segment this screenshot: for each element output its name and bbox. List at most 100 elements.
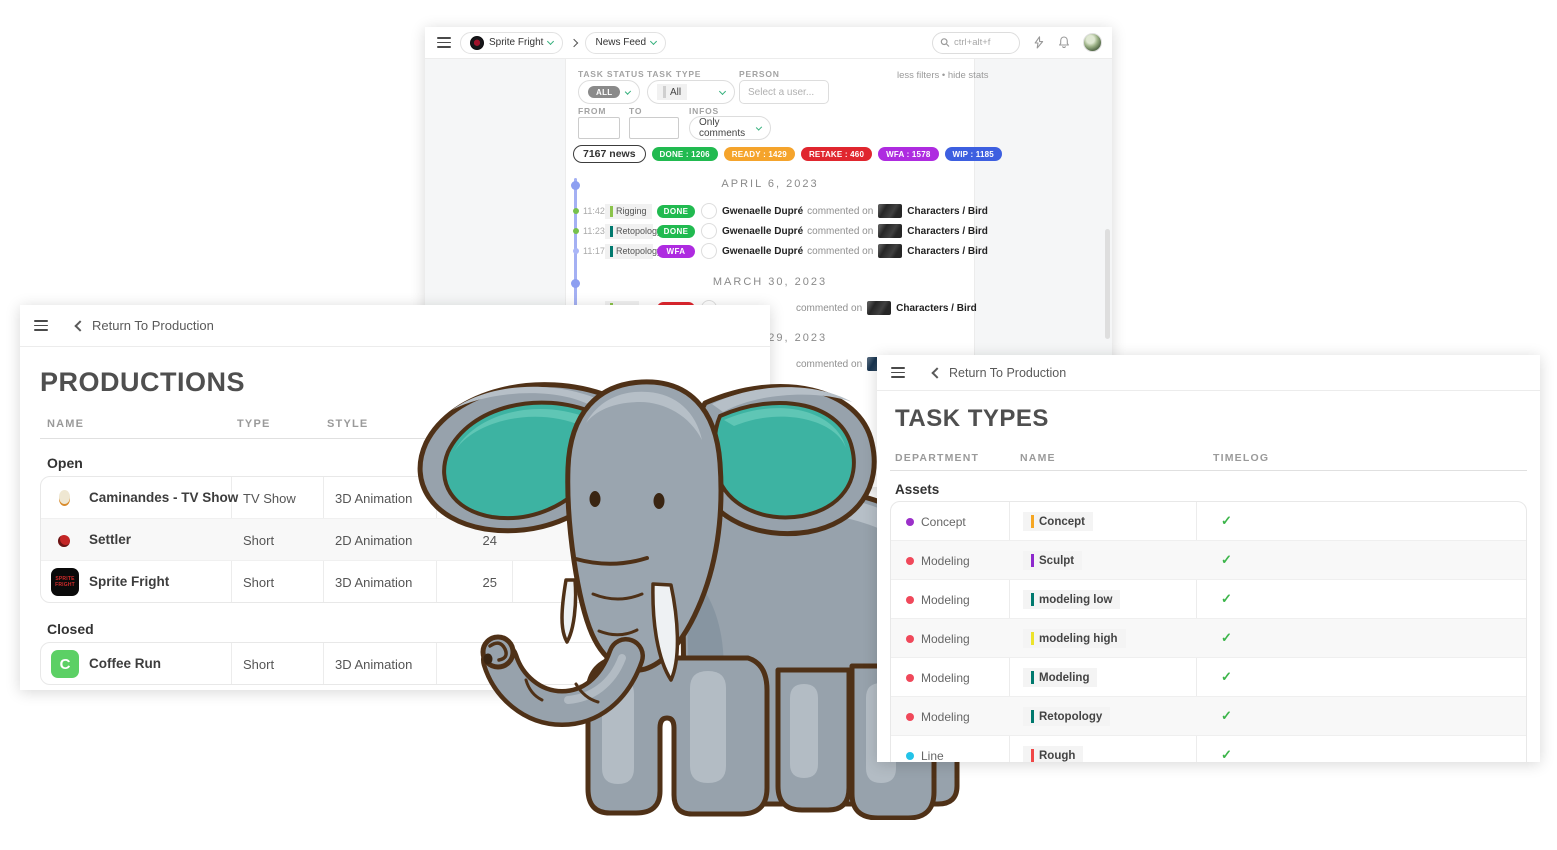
user-avatar[interactable]: [1083, 33, 1102, 52]
section-open: Open: [47, 455, 83, 471]
back-label: Return To Production: [949, 366, 1066, 380]
news-target-link[interactable]: Characters / Bird: [896, 303, 977, 314]
news-target-link[interactable]: Characters / Bird: [907, 246, 988, 257]
menu-icon[interactable]: [34, 320, 48, 330]
status-badge: DONE: [657, 225, 695, 238]
production-name-link[interactable]: Caminandes - TV Show: [89, 490, 238, 505]
task-status-label: TASK STATUS: [578, 69, 644, 79]
check-icon: ✓: [1221, 591, 1232, 607]
notifications-bell-icon[interactable]: [1058, 36, 1070, 49]
back-button[interactable]: Return To Production: [76, 318, 214, 333]
avatar: [701, 223, 717, 239]
task-type-chip[interactable]: Modeling: [1023, 668, 1097, 687]
task-type-row[interactable]: Line Rough ✓: [891, 736, 1526, 762]
header-divider: [890, 470, 1527, 471]
news-thumbnail: [878, 204, 902, 218]
production-thumbnail: C: [51, 650, 79, 678]
menu-icon[interactable]: [437, 37, 451, 47]
check-icon: ✓: [1221, 513, 1232, 529]
status-badge-wip[interactable]: WIP : 1185: [945, 147, 1002, 161]
menu-icon[interactable]: [891, 367, 905, 377]
production-name-link[interactable]: Settler: [89, 532, 131, 547]
task-status-select[interactable]: ALL: [578, 80, 640, 104]
task-type-row[interactable]: Modeling Modeling ✓: [891, 658, 1526, 697]
production-name: Sprite Fright: [489, 37, 543, 48]
infos-select[interactable]: Only comments: [689, 116, 771, 140]
column-header-type: TYPE: [237, 418, 271, 430]
status-badge-wfa[interactable]: WFA : 1578: [878, 147, 938, 161]
task-type-chip[interactable]: Concept: [1023, 512, 1093, 531]
task-types-navbar: Return To Production: [877, 355, 1540, 391]
status-badge-retake[interactable]: RETAKE : 460: [801, 147, 872, 161]
department-label: Modeling: [921, 554, 970, 568]
news-item[interactable]: 11:23 Retopology DONE Gwenaelle Dupré co…: [583, 223, 988, 239]
from-date-input[interactable]: [578, 117, 620, 139]
news-total-badge[interactable]: 7167 news: [573, 145, 646, 163]
task-types-window: Return To Production TASK TYPES DEPARTME…: [877, 355, 1540, 762]
chevron-down-icon: [756, 124, 762, 130]
infos-label: INFOS: [689, 106, 719, 116]
status-badge-ready[interactable]: READY : 1429: [724, 147, 795, 161]
task-type-chip[interactable]: Retopology: [1023, 707, 1110, 726]
to-date-input[interactable]: [629, 117, 679, 139]
check-icon: ✓: [1221, 669, 1232, 685]
back-button[interactable]: Return To Production: [933, 366, 1066, 380]
chevron-down-icon: [625, 88, 631, 94]
global-search[interactable]: [932, 32, 1020, 54]
avatar: [701, 203, 717, 219]
news-target-link[interactable]: Characters / Bird: [907, 206, 988, 217]
department-dot: [906, 752, 914, 760]
task-type-chip[interactable]: modeling low: [1023, 590, 1120, 609]
production-name-link[interactable]: Coffee Run: [89, 656, 161, 671]
news-time: 11:17: [583, 246, 601, 256]
search-input[interactable]: [954, 37, 1012, 48]
timeline-entry-dot: [573, 248, 579, 254]
news-action: commented on: [807, 226, 873, 237]
news-thumbnail: [867, 301, 891, 315]
quick-actions-icon[interactable]: [1033, 36, 1045, 49]
check-icon: ✓: [1221, 552, 1232, 568]
production-type: Short: [243, 575, 274, 590]
department-dot: [906, 674, 914, 682]
chevron-down-icon: [650, 38, 657, 45]
column-header-name: NAME: [1020, 452, 1056, 464]
news-target-link[interactable]: Characters / Bird: [907, 226, 988, 237]
screenshot-canvas: Sprite Fright News Feed TASK: [0, 0, 1557, 850]
task-type-row[interactable]: Modeling modeling high ✓: [891, 619, 1526, 658]
column-header-department: DEPARTMENT: [895, 452, 979, 464]
page-title: TASK TYPES: [895, 405, 1049, 433]
feed-date-header: MARCH 30, 2023: [565, 276, 975, 288]
news-time: 11:42: [583, 206, 601, 216]
task-type-chip[interactable]: Sculpt: [1023, 551, 1082, 570]
news-author: Gwenaelle Dupré: [722, 226, 803, 237]
news-author: Gwenaelle Dupré: [722, 246, 803, 257]
department-label: Modeling: [921, 710, 970, 724]
task-type-row[interactable]: Concept Concept ✓: [891, 502, 1526, 541]
stats-row: 7167 news DONE : 1206 READY : 1429 RETAK…: [573, 145, 1002, 163]
status-badge: WFA: [657, 245, 695, 258]
task-type-row[interactable]: Modeling Sculpt ✓: [891, 541, 1526, 580]
chevron-left-icon: [74, 320, 85, 331]
status-badge: DONE: [657, 205, 695, 218]
department-label: Modeling: [921, 593, 970, 607]
task-type-row[interactable]: Modeling Retopology ✓: [891, 697, 1526, 736]
task-type-chip[interactable]: Rough: [1023, 746, 1083, 762]
person-input[interactable]: [739, 80, 829, 104]
task-type-chip[interactable]: modeling high: [1023, 629, 1126, 648]
scrollbar[interactable]: [1105, 229, 1110, 339]
production-name-link[interactable]: Sprite Fright: [89, 574, 169, 589]
news-item[interactable]: 11:17 Retopology WFA Gwenaelle Dupré com…: [583, 243, 988, 259]
top-navbar: Sprite Fright News Feed: [425, 27, 1112, 59]
production-select[interactable]: Sprite Fright: [460, 32, 563, 54]
status-badge-done[interactable]: DONE : 1206: [652, 147, 718, 161]
chevron-left-icon: [931, 367, 942, 378]
news-action: commented on: [807, 246, 873, 257]
news-item[interactable]: 11:42 Rigging DONE Gwenaelle Dupré comme…: [583, 203, 988, 219]
timeline-entry-dot: [573, 208, 579, 214]
chevron-down-icon: [719, 87, 726, 94]
page-select[interactable]: News Feed: [585, 32, 666, 54]
task-type-select[interactable]: All: [647, 80, 735, 104]
page-name: News Feed: [595, 37, 646, 48]
task-type-row[interactable]: Modeling modeling low ✓: [891, 580, 1526, 619]
less-filters-link[interactable]: less filters • hide stats: [897, 70, 989, 81]
